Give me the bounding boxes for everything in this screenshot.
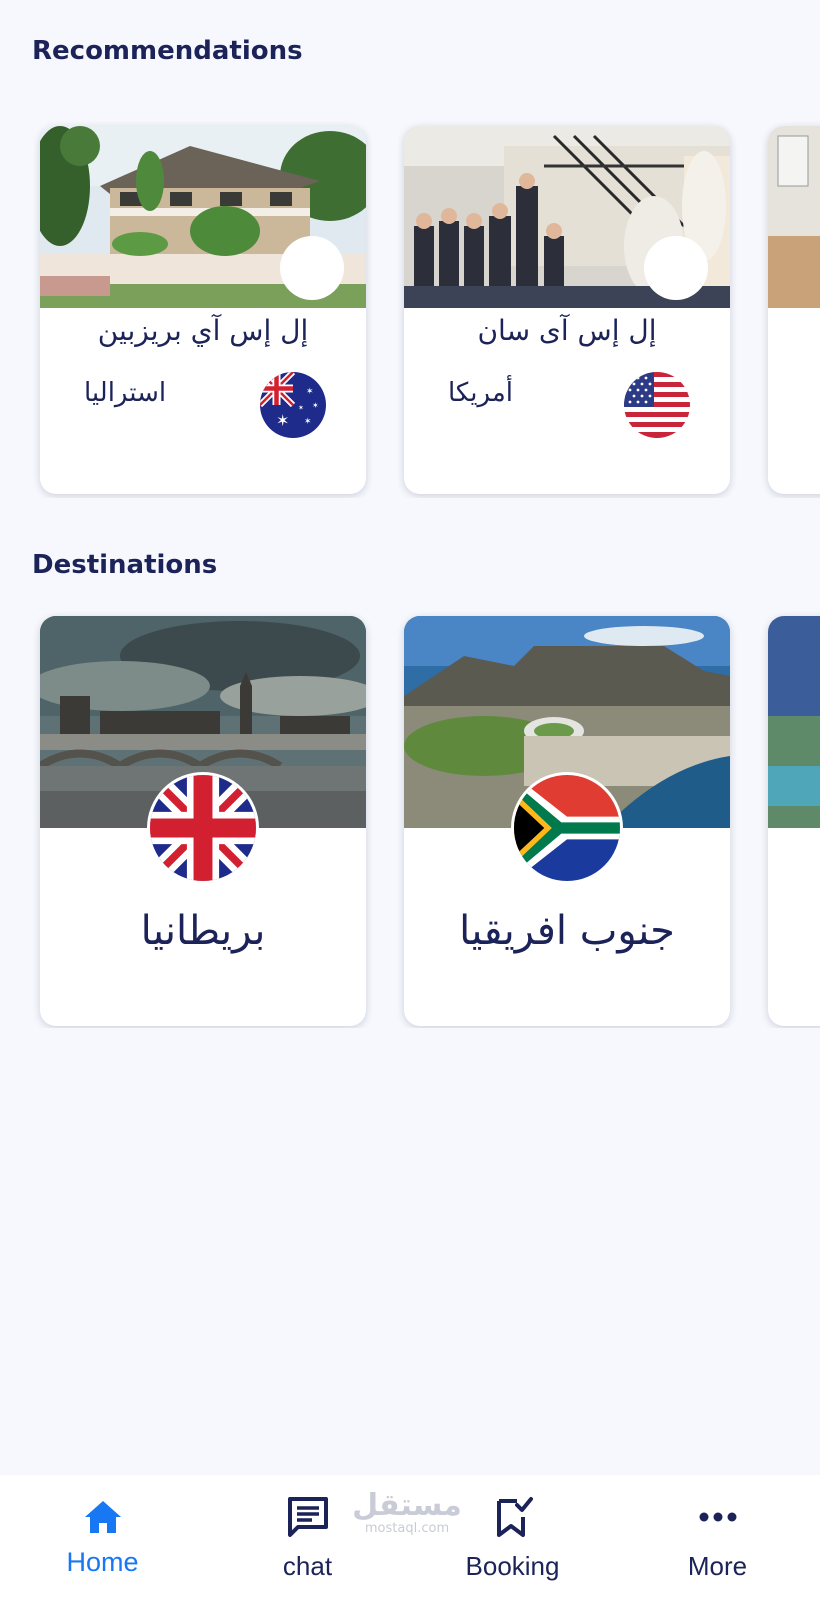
destinations-carousel[interactable]: بريطانيا جنوب افريقيا [0,608,820,1028]
bookmark-check-icon [496,1497,533,1537]
nav-chat-label: chat [282,1551,333,1581]
nav-home-label: Home [66,1547,139,1577]
country-name: أمريكا [448,378,514,408]
school-image [768,126,820,308]
school-name: إل إس آي بريزبين [97,314,309,347]
usa-flag-icon [624,372,690,438]
nav-more[interactable]: More [615,1475,820,1600]
favorite-button[interactable] [644,236,708,300]
more-dots-icon [699,1512,736,1522]
recommendation-card[interactable]: إل إس آي بريزبين استراليا ✶ ✶ ✶ ✶ ✶ [40,126,366,494]
svg-text:✶: ✶ [304,417,312,427]
svg-text:✶: ✶ [298,404,304,412]
recommendations-carousel[interactable]: إل إس آي بريزبين استراليا ✶ ✶ ✶ ✶ ✶ إل إ… [0,118,820,498]
home-icon [84,1501,121,1533]
school-name: إل إس آى سان [477,314,657,347]
nav-chat[interactable]: chat [205,1475,410,1600]
south-africa-flag-icon [511,772,623,884]
nav-home[interactable]: Home [0,1475,205,1600]
favorite-button[interactable] [280,236,344,300]
nav-more-label: More [687,1551,748,1581]
destination-card[interactable] [768,616,820,1026]
svg-text:✶: ✶ [306,387,314,397]
recommendations-title: Recommendations [32,36,303,66]
uk-flag-icon [147,772,259,884]
svg-text:✶: ✶ [312,401,319,410]
country-name: استراليا [84,378,167,408]
bottom-navigation: Home chat Booking More [0,1475,820,1600]
destinations-title: Destinations [32,550,218,580]
destination-card[interactable]: بريطانيا [40,616,366,1026]
nav-booking-label: Booking [465,1551,560,1581]
chat-icon [287,1497,328,1537]
destination-name: جنوب افريقيا [459,908,675,954]
destination-name: بريطانيا [140,908,266,954]
svg-text:✶: ✶ [276,411,289,430]
recommendation-card[interactable]: إل إس آى سان أمريكا [404,126,730,494]
destination-card[interactable]: جنوب افريقيا [404,616,730,1026]
nav-booking[interactable]: Booking [410,1475,615,1600]
destination-image [768,616,820,828]
australia-flag-icon: ✶ ✶ ✶ ✶ ✶ [260,372,326,438]
recommendation-card[interactable] [768,126,820,494]
